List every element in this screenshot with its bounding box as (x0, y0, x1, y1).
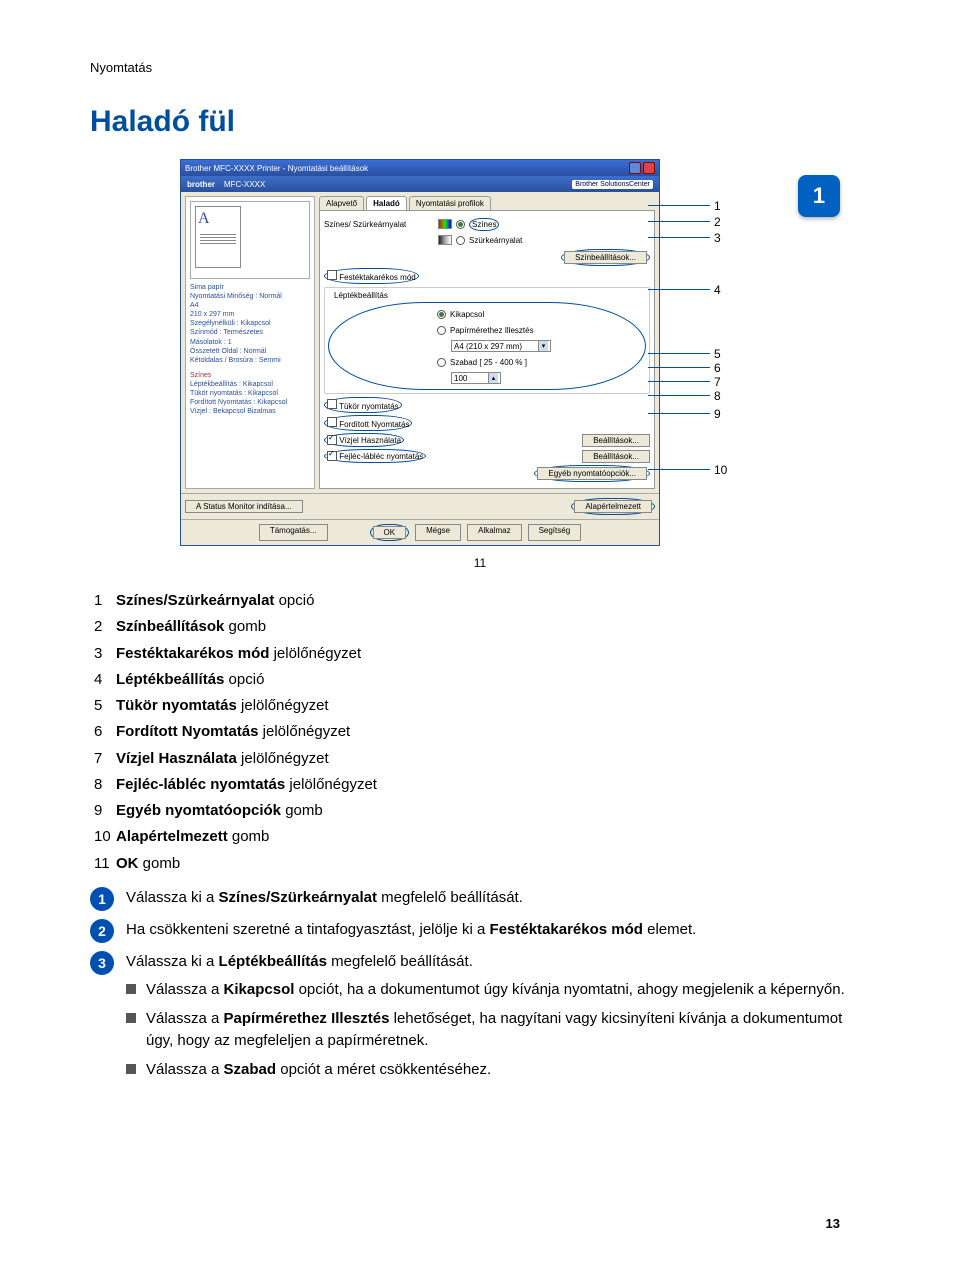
step-badge-3: 3 (90, 951, 114, 975)
summary-line: Nyomtatási Minőség : Normál (190, 292, 310, 301)
step-badge-1: 1 (90, 887, 114, 911)
label-header-footer: Fejléc-lábléc nyomtatás (339, 452, 423, 461)
left-summary-panel: A Sima papír Nyomtatási Minőség : Normál… (185, 196, 315, 489)
summary-line: Összetett Oldal : Normál (190, 347, 310, 356)
bullet-icon (126, 1013, 136, 1023)
summary-line: Vízjel : Bekapcsol Bizalmas (190, 407, 310, 416)
callout-9: 9 (714, 407, 721, 421)
chevron-down-icon: ▾ (538, 341, 548, 351)
page-title: Haladó fül (90, 105, 870, 139)
other-options-button[interactable]: Egyéb nyomtatóopciók... (537, 467, 647, 480)
default-button[interactable]: Alapértelmezett (574, 500, 652, 513)
brand-logo: brother (187, 180, 215, 189)
callout-8: 8 (714, 389, 721, 403)
watermark-settings-button[interactable]: Beállítások... (582, 434, 650, 447)
step-badge-2: 2 (90, 919, 114, 943)
opt-color: Színes (469, 218, 499, 231)
summary-line: Sima papír (190, 283, 310, 292)
help-button[interactable]: Segítség (528, 524, 582, 541)
label-mirror: Tükör nyomtatás (339, 402, 399, 411)
bullet-icon (126, 984, 136, 994)
summary-line: Szegélynélküli : Kikapcsol (190, 319, 310, 328)
apply-button[interactable]: Alkalmaz (467, 524, 521, 541)
summary-line: Színes (190, 371, 310, 380)
grp-scale-label: Léptékbeállítás (332, 291, 390, 300)
callout-4: 4 (714, 283, 721, 297)
radio-scale-free[interactable] (437, 358, 446, 367)
checkbox-toner-save[interactable] (327, 270, 337, 280)
grp-color-label: Színes/ Szürkeárnyalat (324, 220, 434, 229)
opt-scale-off: Kikapcsol (450, 310, 484, 319)
spinner-icon: ▴ (488, 373, 498, 383)
callout-10: 10 (714, 463, 727, 477)
checkbox-reverse[interactable] (327, 417, 337, 427)
summary-line: 210 x 297 mm (190, 310, 310, 319)
opt-scale-free: Szabad [ 25 - 400 % ] (450, 358, 527, 367)
opt-gray: Szürkeárnyalat (469, 236, 522, 245)
summary-line: Tükör nyomtatás : Kikapcsol (190, 389, 310, 398)
status-monitor-button[interactable]: A Status Monitor indítása... (185, 500, 303, 513)
summary-line: Léptékbeállítás : Kikapcsol (190, 380, 310, 389)
help-icon[interactable] (629, 162, 641, 174)
ok-button[interactable]: OK (373, 526, 407, 539)
print-dialog: Brother MFC-XXXX Printer - Nyomtatási be… (180, 159, 660, 546)
step-list: 1 Válassza ki a Színes/Szürkeárnyalat me… (90, 887, 870, 1088)
summary-line: Kétoldalas / Brosúra : Semmi (190, 356, 310, 365)
callout-6: 6 (714, 361, 721, 375)
checkbox-mirror[interactable] (327, 399, 337, 409)
color-swatch-icon (438, 219, 452, 229)
radio-color[interactable] (456, 220, 465, 229)
brand-bar: brother MFC-XXXX Brother SolutionsCenter (181, 176, 659, 192)
support-button[interactable]: Támogatás... (259, 524, 328, 541)
solutions-center-button[interactable]: Brother SolutionsCenter (572, 180, 653, 189)
summary-line: Színmód : Természetes (190, 328, 310, 337)
radio-scale-off[interactable] (437, 310, 446, 319)
callout-7: 7 (714, 375, 721, 389)
label-reverse: Fordított Nyomtatás (339, 420, 409, 429)
figure: Brother MFC-XXXX Printer - Nyomtatási be… (180, 159, 780, 546)
callout-11: 11 (90, 556, 870, 570)
page-number: 13 (826, 1216, 840, 1231)
checkbox-header-footer[interactable] (327, 451, 337, 461)
callout-3: 3 (714, 231, 721, 245)
tab-advanced[interactable]: Haladó (366, 196, 407, 210)
callout-5: 5 (714, 347, 721, 361)
titlebar: Brother MFC-XXXX Printer - Nyomtatási be… (181, 160, 659, 176)
cancel-button[interactable]: Mégse (415, 524, 461, 541)
tab-profiles[interactable]: Nyomtatási profilok (409, 196, 491, 210)
checkbox-watermark[interactable] (327, 435, 337, 445)
model-name: MFC-XXXX (224, 180, 265, 189)
summary-line: A4 (190, 301, 310, 310)
opt-scale-fit: Papírmérethez Illesztés (450, 326, 534, 335)
label-watermark: Vízjel Használata (339, 436, 401, 445)
color-settings-button[interactable]: Színbeállítások... (564, 251, 647, 264)
window-title: Brother MFC-XXXX Printer - Nyomtatási be… (185, 164, 368, 173)
section-label: Nyomtatás (90, 60, 870, 75)
close-icon[interactable] (643, 162, 655, 174)
radio-gray[interactable] (456, 236, 465, 245)
scale-value-input[interactable]: 100▴ (451, 372, 501, 384)
page-preview: A (190, 201, 310, 279)
summary-line: Másolatok : 1 (190, 338, 310, 347)
summary-line: Fordított Nyomtatás : Kikapcsol (190, 398, 310, 407)
header-footer-settings-button[interactable]: Beállítások... (582, 450, 650, 463)
legend-list: 1Színes/Szürkeárnyalat opció 2Színbeállí… (94, 588, 870, 877)
callout-2: 2 (714, 215, 721, 229)
gray-swatch-icon (438, 235, 452, 245)
tab-basic[interactable]: Alapvető (319, 196, 364, 210)
label-toner-save: Festéktakarékos mód (339, 273, 415, 282)
radio-scale-fit[interactable] (437, 326, 446, 335)
chapter-badge: 1 (798, 175, 840, 217)
callout-1: 1 (714, 199, 721, 213)
paper-size-combo[interactable]: A4 (210 x 297 mm)▾ (451, 340, 551, 352)
bullet-icon (126, 1064, 136, 1074)
